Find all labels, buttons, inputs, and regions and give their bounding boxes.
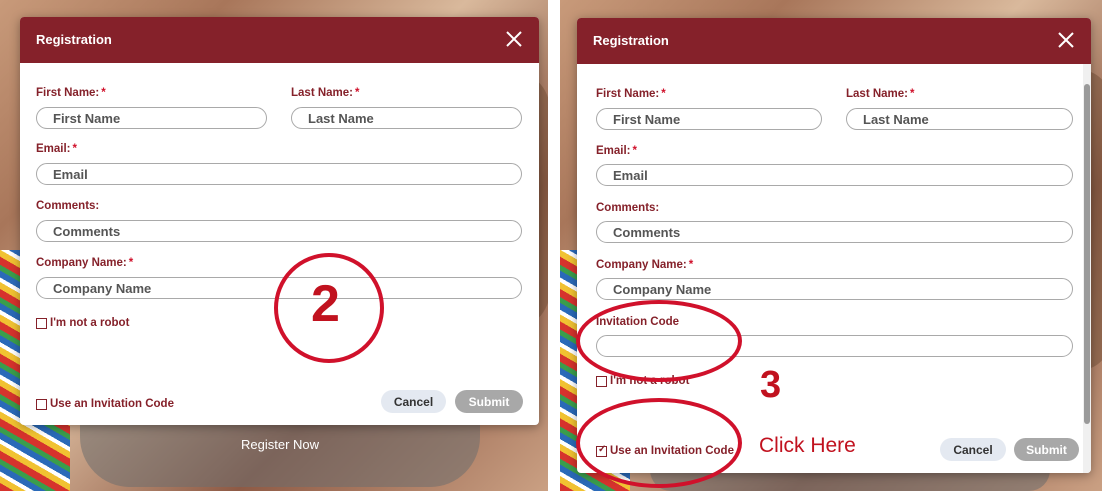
close-icon[interactable] (1055, 29, 1077, 51)
robot-checkbox[interactable] (36, 317, 47, 329)
last-name-label: Last Name: * (846, 88, 915, 100)
register-now-label: Register Now (240, 437, 320, 452)
first-name-input[interactable] (596, 108, 822, 130)
robot-label: I'm not a robot (50, 317, 130, 329)
robot-check[interactable]: I'm not a robot (36, 317, 129, 329)
company-name-input[interactable] (596, 278, 1073, 300)
screenshot-step-3: Registration First Name:* Last Name:* Em… (560, 0, 1102, 491)
comments-label: Comments: (36, 200, 100, 212)
email-label: Email: * (596, 145, 637, 157)
email-input[interactable] (596, 164, 1073, 186)
first-name-label: First Name: * (36, 87, 106, 99)
modal-header: Registration (20, 17, 539, 63)
first-name-input[interactable] (36, 107, 267, 129)
last-name-input[interactable] (291, 107, 522, 129)
company-name-label: Company Name: * (596, 259, 694, 271)
register-now-button[interactable]: Register Now (80, 425, 480, 487)
invitation-code-checkbox[interactable] (36, 398, 47, 410)
robot-checkbox[interactable] (596, 375, 607, 387)
invitation-code-toggle-label: Use an Invitation Code (50, 398, 174, 410)
email-label: Email: * (36, 143, 77, 155)
annotation-step-number: 3 (760, 364, 782, 406)
comments-label: Comments: (596, 202, 660, 214)
last-name-input[interactable] (846, 108, 1073, 130)
company-name-label: Company Name: * (36, 257, 134, 269)
first-name-label: First Name: * (596, 88, 666, 100)
comments-input[interactable] (36, 220, 522, 242)
submit-button[interactable]: Submit (1014, 438, 1079, 461)
cancel-button[interactable]: Cancel (381, 390, 446, 413)
screenshot-step-2: Register Now Registration First Name:* L… (0, 0, 548, 491)
annotation-step-number: 2 (311, 275, 340, 333)
invitation-code-toggle[interactable]: Use an Invitation Code (36, 398, 174, 410)
submit-button[interactable]: Submit (455, 390, 523, 413)
last-name-label: Last Name: * (291, 87, 360, 99)
modal-title: Registration (593, 33, 669, 48)
modal-scrollbar[interactable] (1083, 64, 1091, 473)
annotation-click-here: Click Here (759, 434, 856, 457)
modal-title: Registration (36, 32, 112, 47)
modal-header: Registration (577, 18, 1091, 64)
annotation-circle-invitation-code (576, 300, 742, 382)
scrollbar-thumb[interactable] (1084, 84, 1090, 424)
close-icon[interactable] (503, 28, 525, 50)
email-input[interactable] (36, 163, 522, 185)
comments-input[interactable] (596, 221, 1073, 243)
cancel-button[interactable]: Cancel (940, 438, 1006, 461)
registration-modal: Registration First Name:* Last Name:* Em… (20, 17, 539, 425)
annotation-circle-invitation-toggle (576, 398, 742, 488)
